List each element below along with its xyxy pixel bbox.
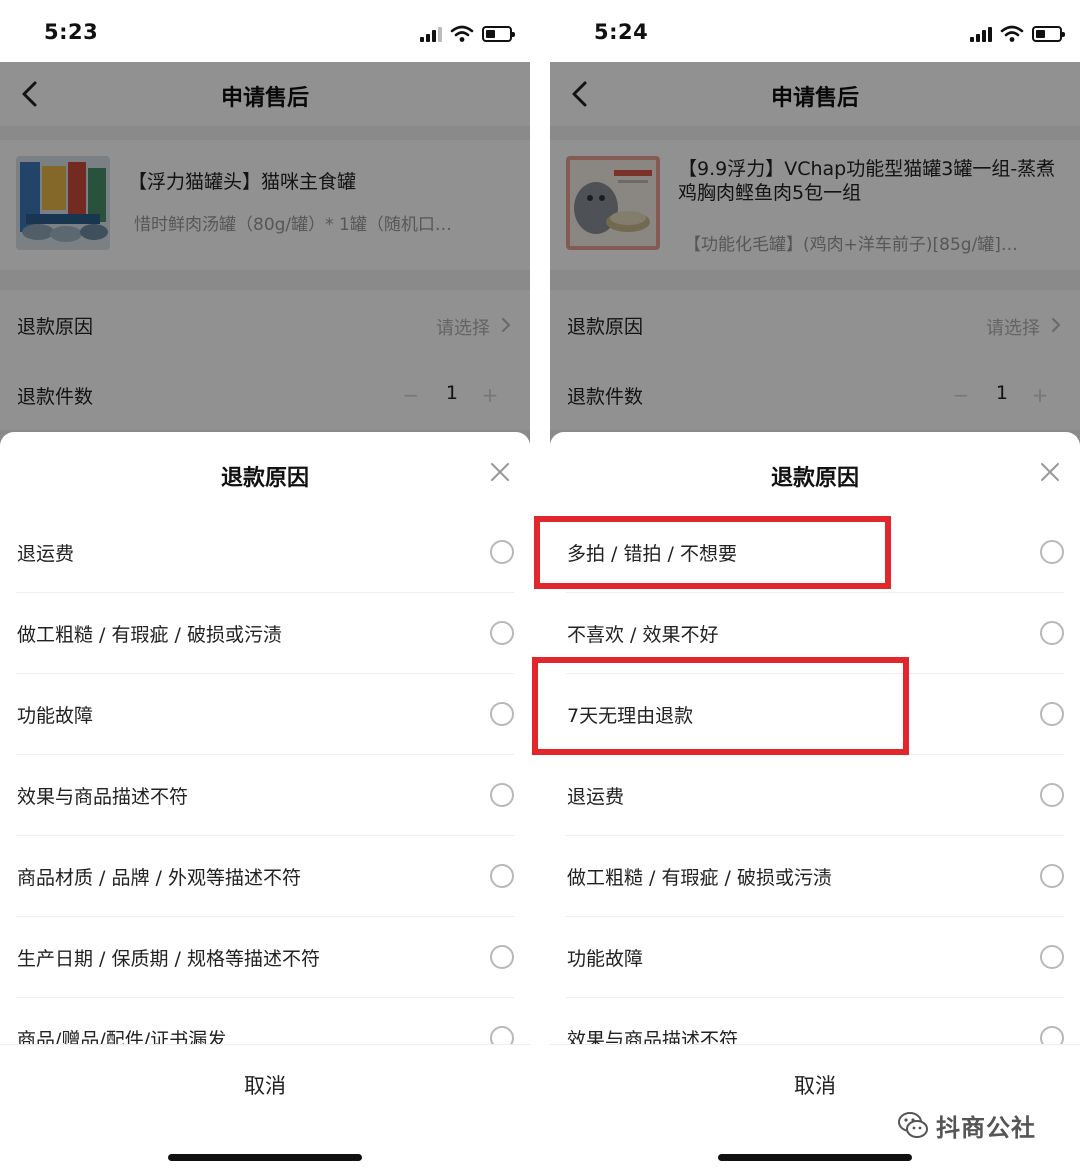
divider bbox=[550, 1044, 1080, 1045]
sheet-title: 退款原因 bbox=[220, 466, 309, 491]
reason-label: 退运费 bbox=[17, 543, 75, 565]
cancel-button[interactable]: 取消 bbox=[550, 1070, 1080, 1100]
status-bar: 5:23 bbox=[0, 0, 530, 62]
reason-label: 效果与商品描述不符 bbox=[567, 1029, 739, 1044]
reason-label: 做工粗糙 / 有瑕疵 / 破损或污渍 bbox=[17, 624, 282, 646]
watermark-text: 抖商公社 bbox=[936, 1113, 1036, 1142]
radio-button[interactable] bbox=[490, 945, 514, 969]
reason-option[interactable]: 不喜欢 / 效果不好 bbox=[566, 593, 1064, 674]
reason-list: 多拍 / 错拍 / 不想要 不喜欢 / 效果不好 7天无理由退款 退运费 做工粗… bbox=[550, 512, 1080, 1044]
reason-label: 7天无理由退款 bbox=[567, 705, 694, 727]
reason-label: 做工粗糙 / 有瑕疵 / 破损或污渍 bbox=[567, 867, 832, 889]
wifi-icon bbox=[1000, 25, 1024, 42]
radio-button[interactable] bbox=[490, 621, 514, 645]
reason-option[interactable]: 多拍 / 错拍 / 不想要 bbox=[566, 512, 1064, 593]
reason-option[interactable]: 功能故障 bbox=[566, 917, 1064, 998]
radio-button[interactable] bbox=[1040, 1026, 1064, 1044]
refund-reason-sheet: 退款原因 退运费 做工粗糙 / 有瑕疵 / 破损或污渍 功能故障 效果与商品描述… bbox=[0, 432, 530, 1172]
radio-button[interactable] bbox=[490, 540, 514, 564]
watermark: 抖商公社 bbox=[896, 1104, 1036, 1146]
wechat-watermark-icon bbox=[898, 1112, 928, 1138]
reason-option[interactable]: 做工粗糙 / 有瑕疵 / 破损或污渍 bbox=[566, 836, 1064, 917]
radio-button[interactable] bbox=[1040, 864, 1064, 888]
status-icons bbox=[970, 24, 1065, 44]
left-phone-screenshot: 5:23 申请售后 【浮力猫罐头】猫咪主食罐 惜时鲜肉汤罐（80g/罐）* 1罐… bbox=[0, 0, 530, 1172]
reason-option[interactable]: 商品材质 / 品牌 / 外观等描述不符 bbox=[16, 836, 514, 917]
battery-icon bbox=[482, 26, 515, 42]
radio-button[interactable] bbox=[490, 783, 514, 807]
radio-button[interactable] bbox=[1040, 783, 1064, 807]
status-bar: 5:24 bbox=[550, 0, 1080, 62]
reason-option[interactable]: 功能故障 bbox=[16, 674, 514, 755]
reason-label: 功能故障 bbox=[567, 948, 644, 970]
reason-label: 效果与商品描述不符 bbox=[17, 786, 189, 808]
home-indicator[interactable] bbox=[168, 1154, 362, 1161]
radio-button[interactable] bbox=[1040, 702, 1064, 726]
reason-option[interactable]: 商品/赠品/配件/证书漏发 bbox=[16, 998, 514, 1044]
reason-label: 商品/赠品/配件/证书漏发 bbox=[17, 1029, 227, 1044]
status-icons bbox=[420, 24, 515, 44]
reason-option[interactable]: 做工粗糙 / 有瑕疵 / 破损或污渍 bbox=[16, 593, 514, 674]
refund-reason-sheet: 退款原因 多拍 / 错拍 / 不想要 不喜欢 / 效果不好 7天无理由退款 退运… bbox=[550, 432, 1080, 1172]
status-time: 5:24 bbox=[594, 20, 649, 44]
reason-option[interactable]: 7天无理由退款 bbox=[566, 674, 1064, 755]
radio-button[interactable] bbox=[490, 864, 514, 888]
cancel-button[interactable]: 取消 bbox=[0, 1070, 530, 1100]
close-icon[interactable] bbox=[488, 460, 512, 484]
radio-button[interactable] bbox=[1040, 621, 1064, 645]
sheet-title: 退款原因 bbox=[770, 466, 859, 491]
battery-icon bbox=[1032, 26, 1065, 42]
reason-option[interactable]: 退运费 bbox=[16, 512, 514, 593]
radio-button[interactable] bbox=[1040, 945, 1064, 969]
reason-label: 功能故障 bbox=[17, 705, 94, 727]
wifi-icon bbox=[450, 25, 474, 42]
reason-list: 退运费 做工粗糙 / 有瑕疵 / 破损或污渍 功能故障 效果与商品描述不符 商品… bbox=[0, 512, 530, 1044]
reason-option[interactable]: 效果与商品描述不符 bbox=[566, 998, 1064, 1044]
reason-option[interactable]: 效果与商品描述不符 bbox=[16, 755, 514, 836]
close-icon[interactable] bbox=[1038, 460, 1062, 484]
divider bbox=[0, 1044, 530, 1045]
reason-label: 不喜欢 / 效果不好 bbox=[567, 624, 719, 646]
right-phone-screenshot: 5:24 申请售后 【9.9浮力】VChap功能型猫罐3罐一组-蒸煮鸡胸肉鲣鱼肉… bbox=[550, 0, 1080, 1172]
radio-button[interactable] bbox=[1040, 540, 1064, 564]
signal-icon bbox=[970, 26, 992, 42]
reason-label: 退运费 bbox=[567, 786, 625, 808]
reason-option[interactable]: 退运费 bbox=[566, 755, 1064, 836]
status-time: 5:23 bbox=[44, 20, 99, 44]
radio-button[interactable] bbox=[490, 1026, 514, 1044]
home-indicator[interactable] bbox=[718, 1154, 912, 1161]
reason-option[interactable]: 生产日期 / 保质期 / 规格等描述不符 bbox=[16, 917, 514, 998]
radio-button[interactable] bbox=[490, 702, 514, 726]
signal-icon bbox=[420, 26, 442, 42]
reason-label: 商品材质 / 品牌 / 外观等描述不符 bbox=[17, 867, 301, 889]
reason-label: 生产日期 / 保质期 / 规格等描述不符 bbox=[17, 948, 320, 970]
reason-label: 多拍 / 错拍 / 不想要 bbox=[567, 543, 737, 565]
